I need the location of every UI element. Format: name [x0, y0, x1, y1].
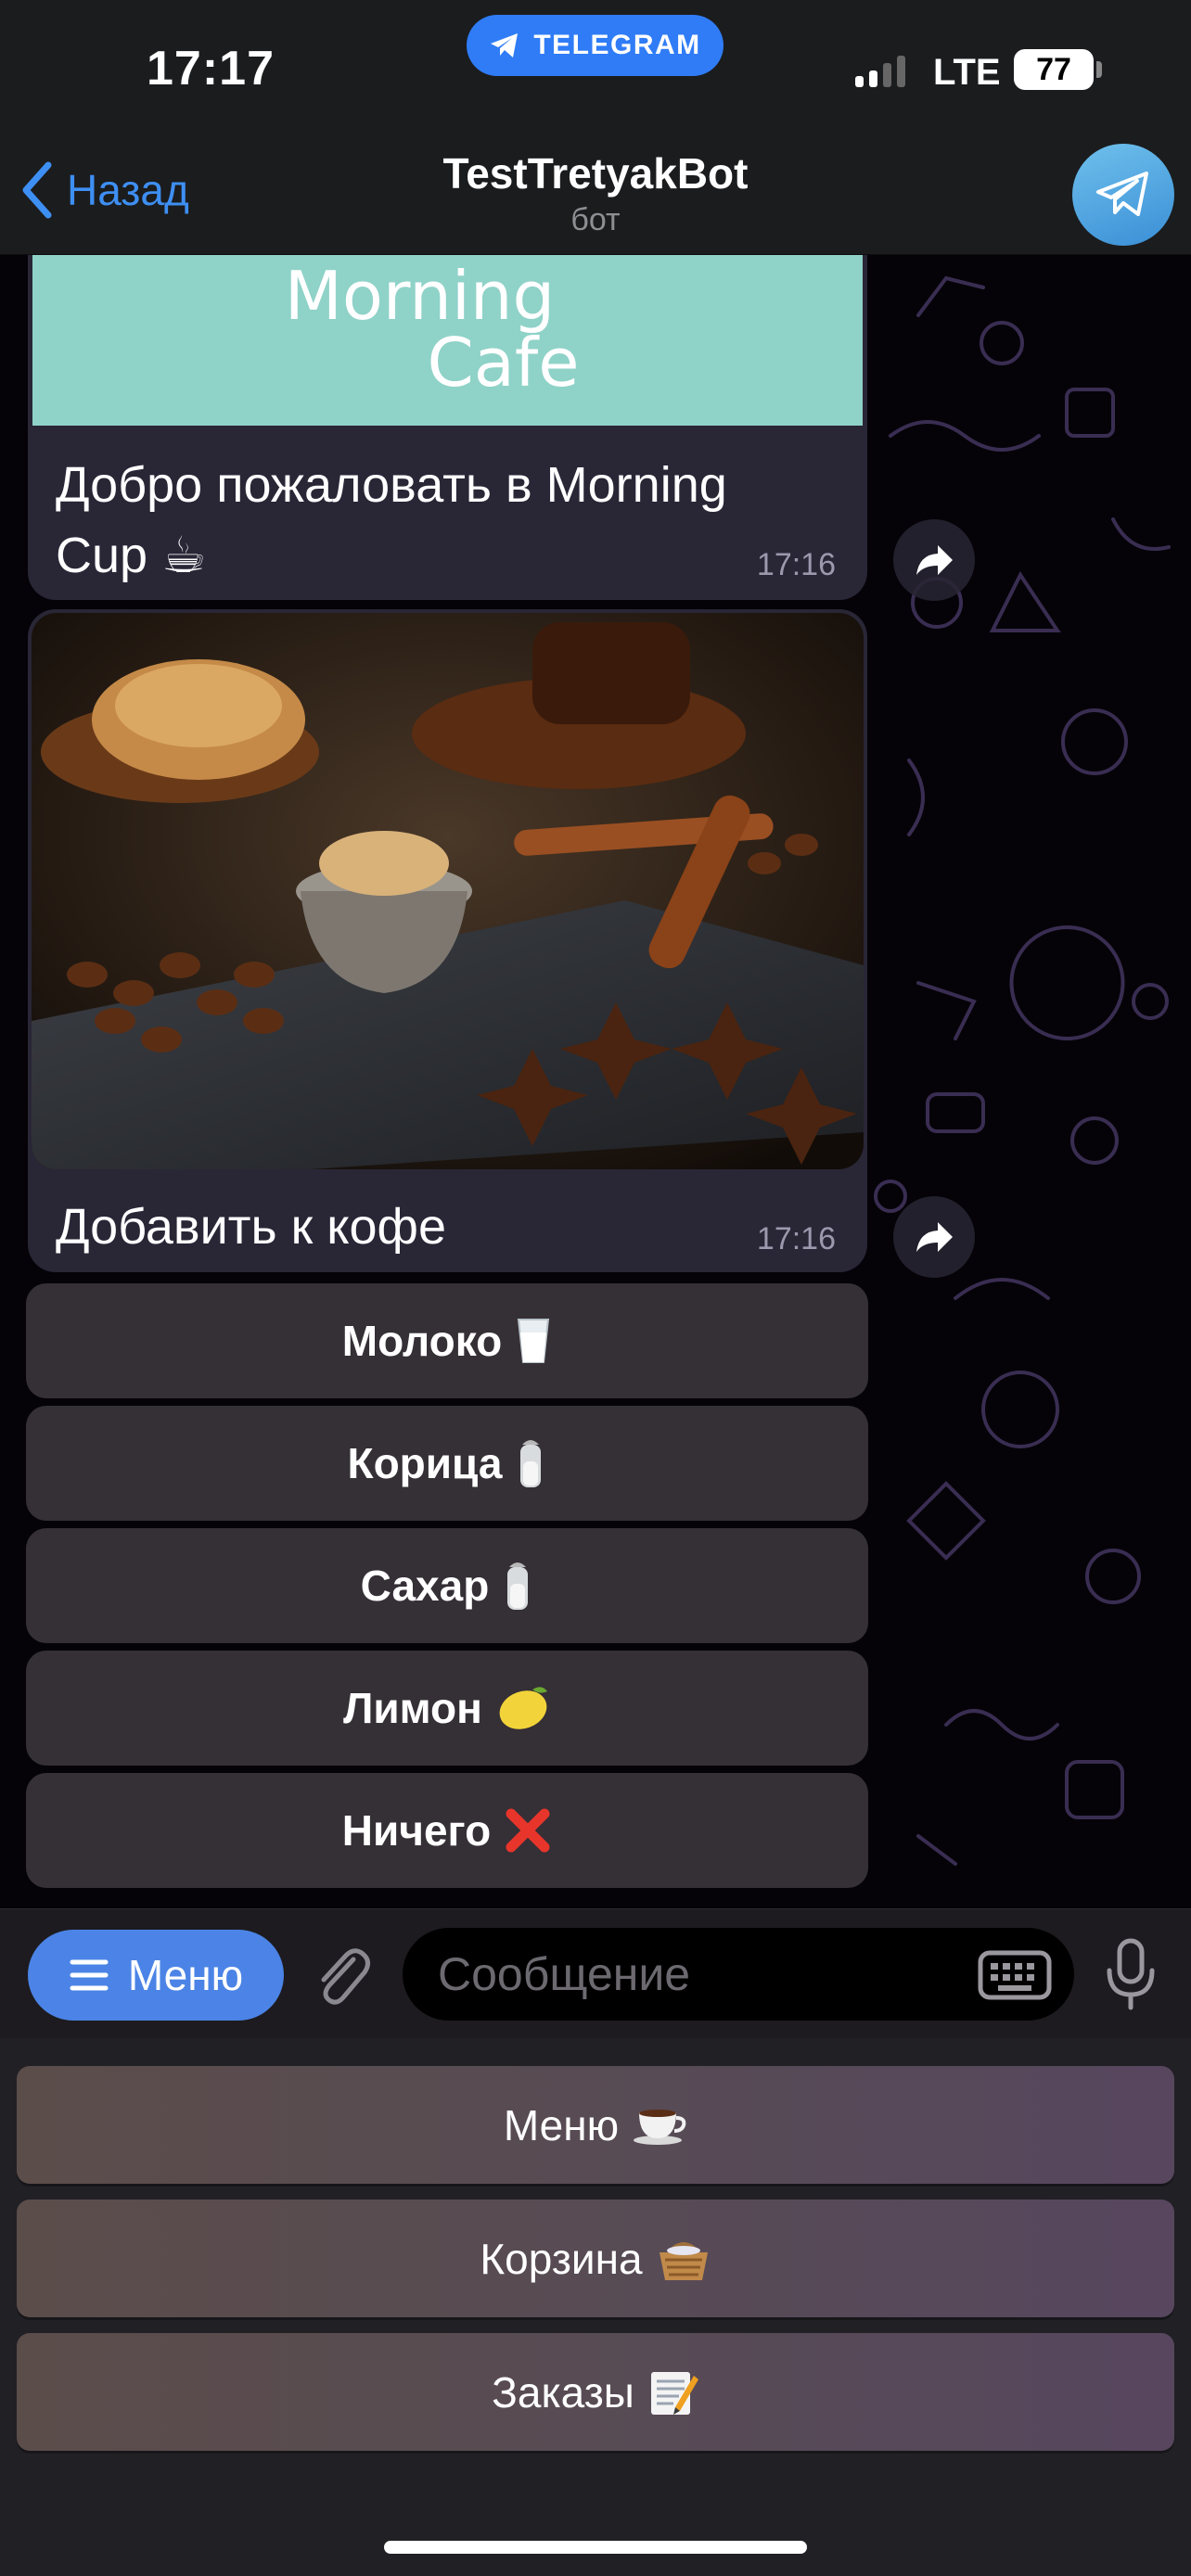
app-pill-label: TELEGRAM — [533, 30, 701, 60]
salt-shaker-icon — [520, 1440, 542, 1487]
inline-button-label: Лимон — [343, 1684, 482, 1732]
coffee-spices-illustration — [32, 613, 864, 1169]
message-field — [403, 1928, 1074, 2021]
cafe-logo-image: Morning Cafe — [32, 255, 863, 426]
message-time: 17:16 — [756, 1221, 836, 1256]
inline-button-nothing[interactable]: Ничего — [26, 1773, 868, 1888]
basket-icon — [659, 2241, 708, 2280]
coffee-spices-photo — [32, 613, 864, 1169]
inline-button-cinnamon[interactable]: Корица — [26, 1406, 868, 1521]
reply-button-label: Меню — [503, 2100, 620, 2149]
telegram-plane-icon — [491, 33, 519, 57]
hamburger-icon — [70, 1959, 109, 1991]
reply-button-menu[interactable]: Меню — [17, 2066, 1174, 2184]
message-input-bar: Меню — [0, 1908, 1191, 2038]
message-welcome: Morning Cafe Добро пожаловать в Morning … — [28, 255, 867, 600]
battery-icon: 77 — [1014, 49, 1094, 90]
back-label: Назад — [67, 166, 189, 214]
return-to-telegram-pill[interactable]: TELEGRAM — [467, 15, 724, 76]
inline-button-label: Сахар — [360, 1562, 490, 1610]
salt-shaker-icon — [507, 1562, 529, 1610]
chevron-left-icon — [22, 161, 52, 219]
attach-button[interactable] — [311, 1941, 372, 2012]
inline-button-milk[interactable]: Молоко — [26, 1283, 868, 1398]
reply-button-label: Заказы — [492, 2367, 634, 2417]
milk-glass-icon — [518, 1319, 550, 1363]
reply-button-orders[interactable]: Заказы — [17, 2333, 1174, 2451]
forward-button[interactable] — [893, 1196, 975, 1278]
reply-button-label: Корзина — [480, 2234, 643, 2283]
reply-keyboard: Меню Корзина Заказы — [0, 2038, 1191, 2576]
bot-avatar[interactable] — [1072, 144, 1174, 246]
keyboard-toggle-button[interactable] — [978, 1950, 1052, 2005]
telegram-plane-icon — [1096, 172, 1148, 216]
battery-tip — [1096, 61, 1102, 78]
share-arrow-icon — [916, 1222, 953, 1252]
bot-menu-button[interactable]: Меню — [28, 1930, 284, 2021]
forward-button[interactable] — [893, 519, 975, 601]
logo-line-2: Cafe — [427, 324, 580, 402]
cross-mark-icon — [506, 1808, 550, 1853]
paperclip-icon — [321, 1948, 370, 2005]
message-input[interactable] — [438, 1928, 957, 2021]
back-button[interactable]: Назад — [19, 159, 189, 221]
inline-button-label: Ничего — [341, 1806, 492, 1855]
inline-button-label: Молоко — [341, 1317, 503, 1365]
inline-button-sugar[interactable]: Сахар — [26, 1528, 868, 1643]
cellular-signal-icon — [855, 54, 905, 87]
lemon-icon — [499, 1687, 547, 1729]
share-arrow-icon — [916, 545, 953, 575]
battery-level: 77 — [1036, 51, 1071, 87]
menu-button-label: Меню — [127, 1951, 244, 1999]
coffee-cup-icon — [634, 2109, 686, 2145]
message-text: Добро пожаловать в Morning Cup ☕ — [56, 457, 727, 583]
keyboard-icon — [978, 1950, 1052, 2000]
inline-button-label: Корица — [347, 1439, 503, 1487]
memo-icon — [650, 2371, 698, 2415]
message-time: 17:16 — [756, 547, 836, 582]
microphone-icon — [1107, 1938, 1155, 2010]
home-indicator — [384, 2541, 807, 2554]
status-time: 17:17 — [147, 42, 275, 96]
message-add-to-coffee: Добавить к кофе 17:16 — [28, 609, 867, 1272]
status-bar: 17:17 TELEGRAM LTE 77 — [0, 0, 1191, 139]
inline-button-lemon[interactable]: Лимон — [26, 1651, 868, 1766]
voice-record-button[interactable] — [1104, 1937, 1158, 2016]
message-text: Добавить к кофе — [56, 1199, 447, 1255]
chat-header: TestTretyakBot бот Назад — [0, 139, 1191, 255]
reply-button-cart[interactable]: Корзина — [17, 2200, 1174, 2317]
network-type: LTE — [933, 52, 1001, 93]
